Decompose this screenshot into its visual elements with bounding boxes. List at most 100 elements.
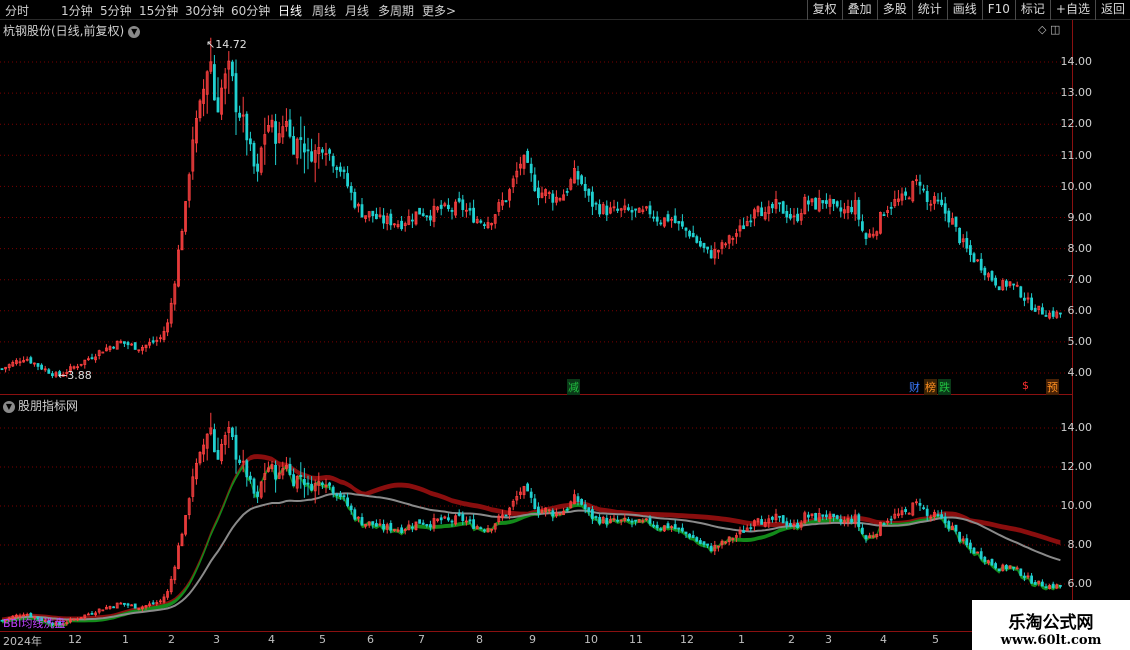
high-price-label: ↖14.72 <box>206 38 247 51</box>
sub-candle-body <box>212 429 216 453</box>
red-band <box>2 454 1061 623</box>
candle-body <box>482 224 486 227</box>
kline-chart[interactable] <box>0 0 1130 650</box>
candle-body <box>331 155 335 167</box>
candle-body <box>230 61 234 77</box>
candle-body <box>922 188 925 191</box>
candle-body <box>349 186 353 193</box>
sub-candle-body <box>1030 575 1033 584</box>
candle-body <box>256 163 260 172</box>
y-axis-label: 12.00 <box>1060 117 1093 130</box>
candle-body <box>0 368 4 371</box>
candle-body <box>533 174 537 192</box>
sub-candle-body <box>446 517 450 521</box>
sub-candle-body <box>425 524 429 526</box>
sub-candle-body <box>709 545 713 552</box>
candle-body <box>832 199 835 204</box>
sub-candle-body <box>576 496 580 502</box>
date-label: 10 <box>584 633 598 646</box>
sub-candle-body <box>360 517 364 526</box>
sub-candle-body <box>1005 564 1008 570</box>
sub-candle-body <box>943 516 947 524</box>
sub-candle-body <box>861 527 864 534</box>
chevron-down-icon[interactable]: ▼ <box>128 25 141 38</box>
candle-body <box>634 208 637 211</box>
sub-candle-body <box>796 523 799 528</box>
date-label: 9 <box>529 633 536 646</box>
sub-candle-body <box>695 537 699 542</box>
y-axis-label: 6.00 <box>1067 304 1093 317</box>
candle-body <box>47 369 51 374</box>
signal-forecast[interactable]: 预 <box>1046 379 1059 395</box>
sub-candle-body <box>983 556 987 562</box>
window-icon[interactable]: ◫ <box>1050 23 1060 36</box>
sub-y-axis-label: 6.00 <box>1067 577 1093 590</box>
date-label: 2 <box>788 633 795 646</box>
candle-body <box>461 199 465 211</box>
sub-y-axis-label: 8.00 <box>1067 538 1093 551</box>
candle-body <box>216 97 220 113</box>
sub-candle-body <box>702 541 706 545</box>
sub-candle-body <box>274 464 278 480</box>
sub-candle-body <box>627 518 630 522</box>
candle-body <box>526 150 529 163</box>
signal-finance[interactable]: 财 <box>908 379 921 395</box>
y-axis-label: 8.00 <box>1067 242 1093 255</box>
sub-candle-body <box>238 459 242 464</box>
candle-body <box>90 357 94 360</box>
candle-body <box>338 166 342 172</box>
sub-candle-body <box>288 463 292 475</box>
candle-body <box>857 199 861 220</box>
candle-body <box>457 198 461 202</box>
sub-candle-body <box>781 515 785 524</box>
y-axis-label: 13.00 <box>1060 86 1093 99</box>
candle-body <box>630 209 634 213</box>
sub-candle-body <box>807 514 810 518</box>
sub-candle-body <box>457 513 461 516</box>
candle-body <box>1044 315 1048 317</box>
candle-body <box>101 351 105 354</box>
sub-candle-body <box>335 493 339 496</box>
signal-drop[interactable]: 跌 <box>938 379 951 395</box>
sub-candle-body <box>482 529 486 532</box>
sub-candle-body <box>410 526 414 529</box>
signal-reduce[interactable]: 减 <box>567 379 580 395</box>
candle-body <box>825 200 828 204</box>
indicator-pane-title: ▼ 股朋指标网 <box>3 397 78 414</box>
sub-candle-body <box>583 504 587 510</box>
diamond-icon[interactable]: ◇ <box>1038 23 1046 36</box>
sub-candle-body <box>922 507 925 510</box>
chevron-down-icon[interactable]: ▼ <box>3 400 15 413</box>
sub-candle-body <box>688 533 691 538</box>
candle-body <box>40 364 43 370</box>
sub-candle-body <box>947 521 951 529</box>
sub-candle-body <box>439 517 443 521</box>
candle-body <box>702 242 706 249</box>
sub-candle-body <box>302 478 306 485</box>
sub-candle-body <box>461 514 465 521</box>
candle-body <box>252 142 256 167</box>
main-chart-title: 杭钢股份(日线,前复权) ▼ <box>3 22 141 39</box>
candle-body <box>439 204 443 209</box>
sub-candle-body <box>551 510 555 517</box>
candle-body <box>778 202 781 205</box>
date-label: 2 <box>168 633 175 646</box>
candle-body <box>123 341 126 344</box>
candle-body <box>861 221 864 231</box>
sub-candle-body <box>684 531 688 534</box>
sub-candle-body <box>634 519 637 522</box>
candle-body <box>925 191 929 202</box>
candle-body <box>591 191 594 207</box>
sub-candle-body <box>778 515 781 518</box>
candle-body <box>529 163 533 174</box>
candle-body <box>446 204 450 210</box>
date-label: 8 <box>476 633 483 646</box>
y-axis-label: 14.00 <box>1060 55 1093 68</box>
sub-candle-body <box>699 540 702 544</box>
signal-list[interactable]: 榜 <box>924 379 937 395</box>
sub-candle-body <box>526 483 529 492</box>
signal-dollar[interactable]: $ <box>1021 379 1030 392</box>
sub-candle-body <box>997 568 1001 572</box>
sub-candle-body <box>533 498 537 510</box>
candle-body <box>969 245 972 256</box>
